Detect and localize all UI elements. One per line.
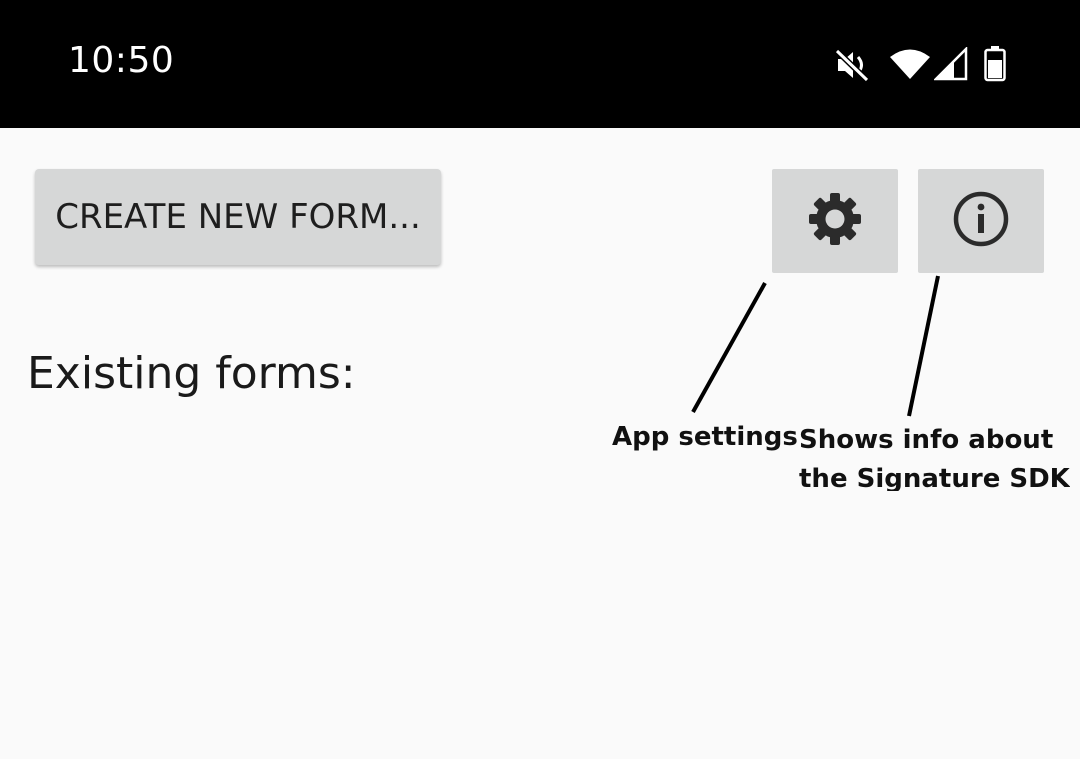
info-annotation-line: [907, 275, 940, 417]
settings-annotation: App settings: [612, 422, 798, 452]
info-annotation: Shows info about the Signature SDK: [799, 421, 1070, 491]
info-annotation-line-2: the Signature SDK: [799, 464, 1070, 491]
annotation-lines: [691, 275, 940, 417]
info-annotation-line-1: Shows info about: [799, 425, 1054, 455]
settings-annotation-line: [691, 282, 767, 413]
